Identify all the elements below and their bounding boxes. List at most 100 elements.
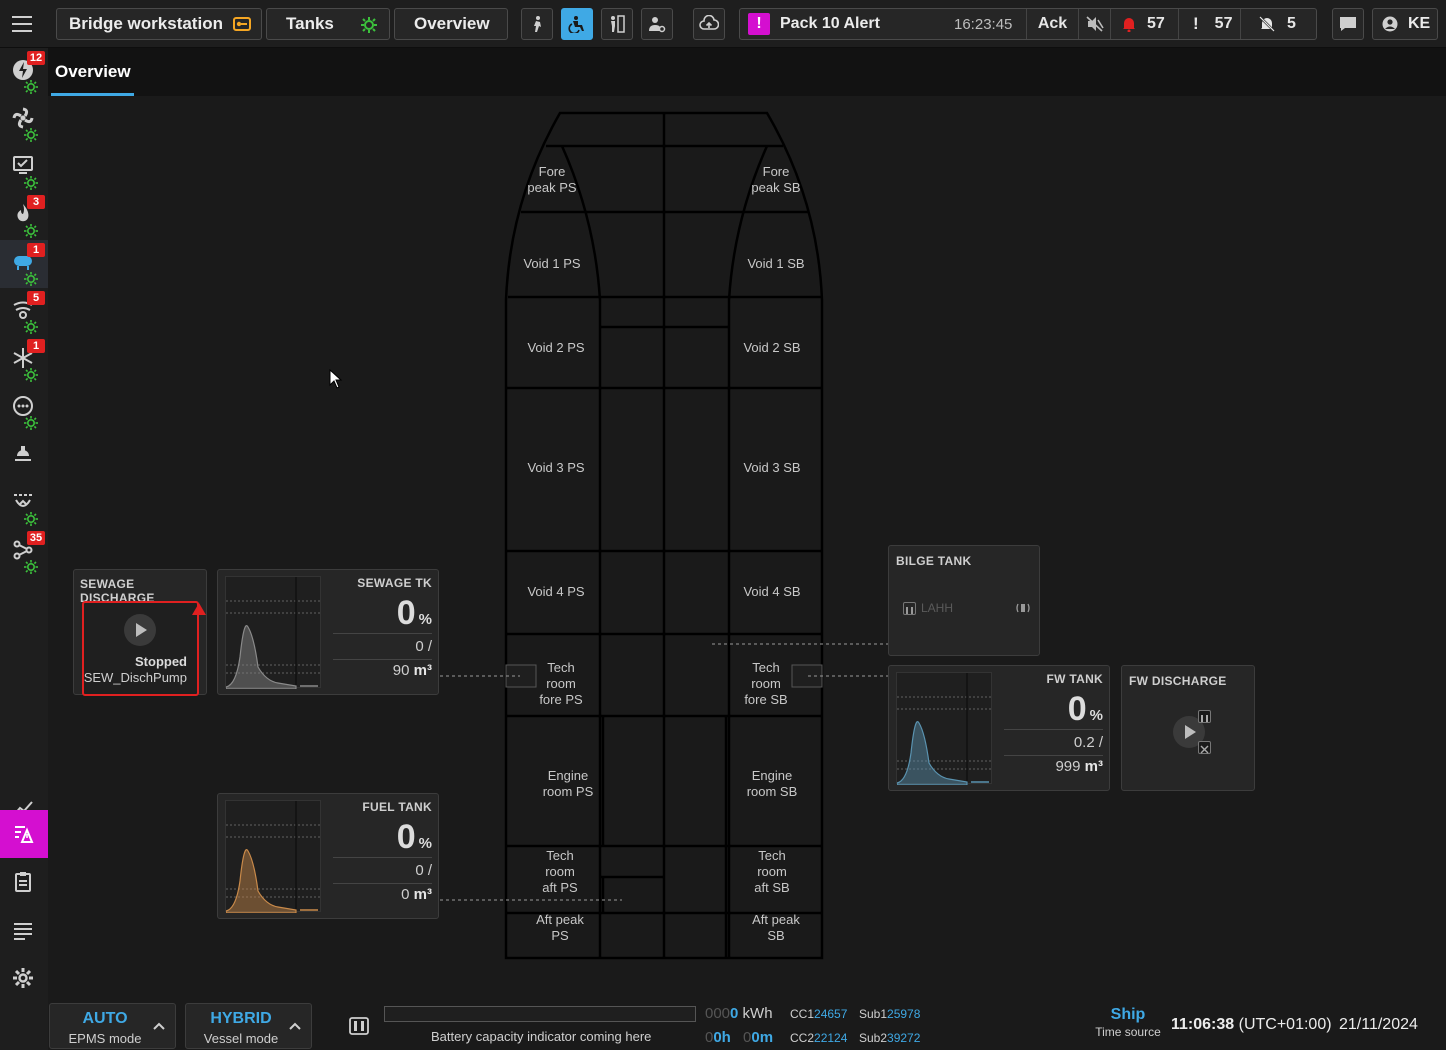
fuel-capacity: 0 m³ xyxy=(401,886,432,903)
room-tech-aft-sb[interactable]: Tech room aft SB xyxy=(732,848,812,896)
room-void-1-ps[interactable]: Void 1 PS xyxy=(512,256,592,272)
sub2-readout: Sub239272 xyxy=(859,1031,920,1045)
fuel-level-unit: % xyxy=(418,835,432,852)
clock-timezone: (UTC+01:00) xyxy=(1238,1016,1332,1033)
room-void-2-sb[interactable]: Void 2 SB xyxy=(732,340,812,356)
fuel-capacity-value: 0 xyxy=(401,886,410,903)
time-source-value: Ship xyxy=(1110,1006,1146,1023)
mouse-cursor-icon xyxy=(329,368,343,389)
kwh-value: 0 xyxy=(730,1005,739,1022)
room-void-3-sb[interactable]: Void 3 SB xyxy=(732,460,812,476)
sewage-pump-tile[interactable]: Stopped SEW_DischPump xyxy=(82,601,206,696)
clock-time: 11:06:38 xyxy=(1171,1016,1235,1033)
sewage-capacity: 90 m³ xyxy=(393,662,432,679)
sewage-capacity-value: 90 xyxy=(392,662,410,679)
fw-tank-panel[interactable]: FW TANK 0% 0.2 / 999 m³ xyxy=(888,665,1110,791)
divider xyxy=(333,857,432,858)
sub1-readout: Sub125978 xyxy=(859,1007,920,1021)
room-engine-sb[interactable]: Engine room SB xyxy=(732,768,812,800)
sewage-level-value: 0 xyxy=(396,594,416,632)
fuel-capacity-unit: m³ xyxy=(413,886,432,903)
divider xyxy=(1004,755,1103,756)
bottom-status-bar: AUTO EPMS mode HYBRID Vessel mode Batter… xyxy=(48,1002,1446,1050)
battery-placeholder-text: Battery capacity indicator coming here xyxy=(431,1029,652,1044)
fuel-level: 0% xyxy=(397,818,432,857)
fw-trend-chart xyxy=(896,672,993,786)
room-void-1-sb[interactable]: Void 1 SB xyxy=(736,256,816,272)
play-icon[interactable] xyxy=(124,614,156,646)
battery-bar xyxy=(384,1006,696,1022)
fuel-trend-chart xyxy=(225,800,322,914)
room-void-2-ps[interactable]: Void 2 PS xyxy=(516,340,596,356)
pump-tag: SEW_DischPump xyxy=(83,670,187,685)
divider xyxy=(1004,729,1103,730)
room-tech-fore-sb[interactable]: Tech room fore SB xyxy=(726,660,806,708)
sewage-volume: 0 / xyxy=(415,638,432,655)
sensor-wave-icon xyxy=(1015,601,1031,615)
fw-volume: 0.2 / xyxy=(1073,734,1103,751)
room-fore-peak-ps[interactable]: Fore peak PS xyxy=(517,164,587,196)
fw-level-value: 0 xyxy=(1067,690,1087,728)
fw-tank-title: FW TANK xyxy=(1046,672,1103,686)
sewage-level: 0% xyxy=(397,594,432,633)
sewage-capacity-unit: m³ xyxy=(413,662,432,679)
sub2-label: Sub2 xyxy=(859,1031,888,1045)
cc1-label: CC1 xyxy=(790,1007,815,1021)
time-source[interactable]: Ship Time source xyxy=(1088,1006,1168,1039)
time-remaining-readout: 00h 00m xyxy=(705,1029,773,1046)
cc2-value: 22124 xyxy=(814,1031,848,1045)
fw-capacity-value: 999 xyxy=(1055,758,1081,775)
cc1-readout: CC124657 xyxy=(790,1007,847,1021)
fuel-volume: 0 / xyxy=(415,862,432,879)
bilge-tank-title: BILGE TANK xyxy=(896,554,972,568)
pump-status: Stopped xyxy=(135,654,187,669)
hours-value: 0h xyxy=(713,1029,731,1046)
fw-capacity: 999 m³ xyxy=(1055,758,1103,775)
epms-mode-value: AUTO xyxy=(82,1010,128,1027)
level-switch-icon xyxy=(903,602,916,615)
cc2-label: CC2 xyxy=(790,1031,815,1045)
sewage-level-unit: % xyxy=(418,611,432,628)
divider xyxy=(333,633,432,634)
energy-readout: 0000 kWh xyxy=(705,1005,773,1022)
chevron-up-icon xyxy=(289,1022,301,1030)
sewage-tank-title: SEWAGE TK xyxy=(357,576,432,590)
clock: 11:06:38 (UTC+01:00) 21/11/2024 xyxy=(1171,1016,1418,1034)
battery-icon[interactable] xyxy=(349,1017,369,1035)
epms-mode-label: EPMS mode xyxy=(68,1031,142,1046)
room-void-4-sb[interactable]: Void 4 SB xyxy=(732,584,812,600)
fuel-tank-panel[interactable]: FUEL TANK 0% 0 / 0 m³ xyxy=(217,793,439,919)
divider xyxy=(333,883,432,884)
room-void-4-ps[interactable]: Void 4 PS xyxy=(516,584,596,600)
blocked-icon xyxy=(1198,741,1211,754)
cc2-readout: CC222124 xyxy=(790,1031,847,1045)
room-fore-peak-sb[interactable]: Fore peak SB xyxy=(741,164,811,196)
vessel-mode-button[interactable]: HYBRID Vessel mode xyxy=(185,1003,312,1049)
epms-mode-button[interactable]: AUTO EPMS mode xyxy=(49,1003,176,1049)
chevron-up-icon xyxy=(153,1022,165,1030)
room-tech-aft-ps[interactable]: Tech room aft PS xyxy=(520,848,600,896)
fw-capacity-unit: m³ xyxy=(1084,758,1103,775)
sub2-value: 39272 xyxy=(887,1031,921,1045)
room-void-3-ps[interactable]: Void 3 PS xyxy=(516,460,596,476)
time-source-label: Time source xyxy=(1095,1025,1161,1039)
sewage-discharge-panel: SEWAGE DISCHARGE Stopped SEW_DischPump xyxy=(73,569,207,696)
vessel-mode-label: Vessel mode xyxy=(203,1031,279,1046)
fuel-level-value: 0 xyxy=(396,818,416,856)
sewage-trend-chart xyxy=(225,576,322,690)
divider xyxy=(333,659,432,660)
vessel-mode-value: HYBRID xyxy=(210,1010,272,1027)
room-aft-peak-ps[interactable]: Aft peak PS xyxy=(520,912,600,944)
sewage-tank-panel[interactable]: SEWAGE TK 0% 0 / 90 m³ xyxy=(217,569,439,695)
bilge-lahh-label: LAHH xyxy=(921,601,954,615)
kwh-unit: kWh xyxy=(742,1005,773,1022)
fw-discharge-title: FW DISCHARGE xyxy=(1129,674,1227,688)
room-engine-ps[interactable]: Engine room PS xyxy=(528,768,608,800)
room-aft-peak-sb[interactable]: Aft peak SB xyxy=(736,912,816,944)
cc1-value: 24657 xyxy=(814,1007,848,1021)
room-tech-fore-ps[interactable]: Tech room fore PS xyxy=(521,660,601,708)
kwh-dim: 000 xyxy=(705,1005,731,1022)
bilge-tank-panel[interactable]: BILGE TANK LAHH xyxy=(888,545,1040,656)
sub1-value: 25978 xyxy=(887,1007,921,1021)
fw-level: 0% xyxy=(1068,690,1103,729)
